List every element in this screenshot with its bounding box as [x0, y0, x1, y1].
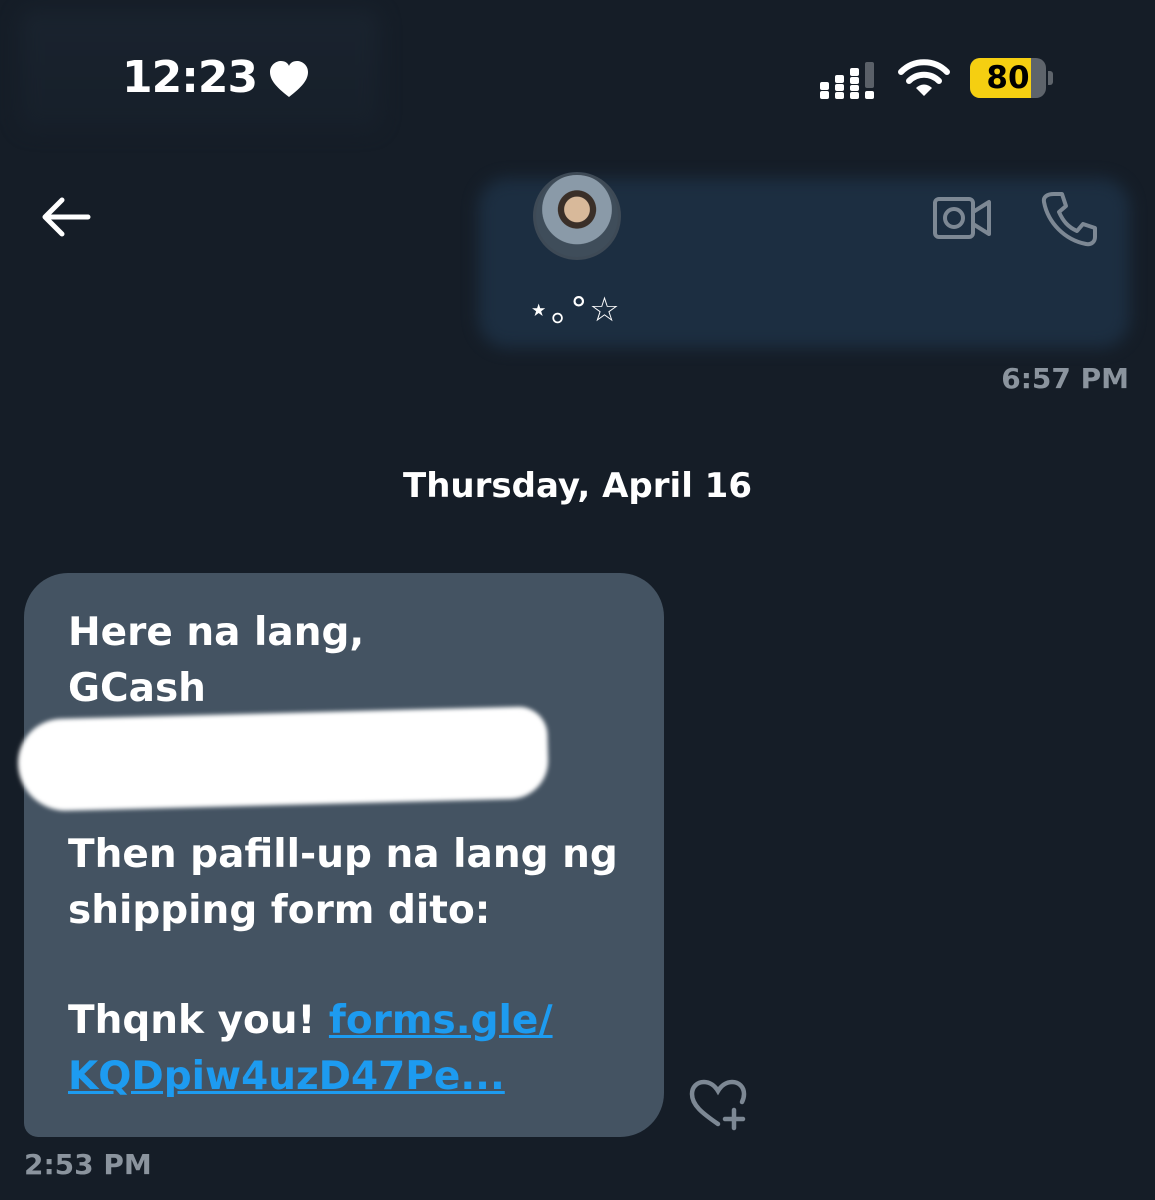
form-link[interactable]: forms.gle/ — [329, 998, 553, 1043]
message-text-line: Thqnk you! forms.gle/ — [68, 993, 553, 1049]
back-arrow-icon[interactable] — [38, 192, 94, 242]
signal-icon — [820, 62, 874, 99]
message-text-line: Here na lang, — [68, 610, 365, 655]
message-timestamp: 2:53 PM — [24, 1148, 152, 1181]
form-link-continued[interactable]: KQDpiw4uzD47Pe... — [68, 1049, 505, 1105]
conversation-header: ⋆｡°☆ — [0, 150, 1155, 360]
wifi-icon — [898, 59, 950, 96]
contact-name[interactable]: ⋆｡°☆ — [528, 282, 622, 331]
add-reaction-icon[interactable] — [688, 1078, 748, 1132]
thank-you-text: Thqnk you! — [68, 998, 329, 1043]
message-timestamp: 6:57 PM — [1001, 362, 1129, 395]
battery-indicator: 80 — [970, 58, 1056, 98]
message-text-line: GCash — [68, 666, 206, 711]
date-separator: Thursday, April 16 — [403, 466, 752, 506]
received-message-bubble[interactable]: Here na lang, GCash o) Then pafill-up na… — [16, 573, 664, 1137]
status-bar: 12:23 80 — [0, 0, 1155, 140]
message-text-line: Then pafill-up na lang ng — [68, 832, 618, 877]
avatar[interactable] — [533, 172, 621, 260]
message-text-line: shipping form dito: — [68, 888, 491, 933]
heart-icon — [270, 61, 308, 97]
video-call-icon[interactable] — [932, 194, 992, 242]
status-clock: 12:23 — [122, 52, 258, 103]
battery-level: 80 — [986, 60, 1030, 96]
phone-call-icon[interactable] — [1040, 190, 1098, 248]
redaction-scribble — [16, 706, 550, 812]
